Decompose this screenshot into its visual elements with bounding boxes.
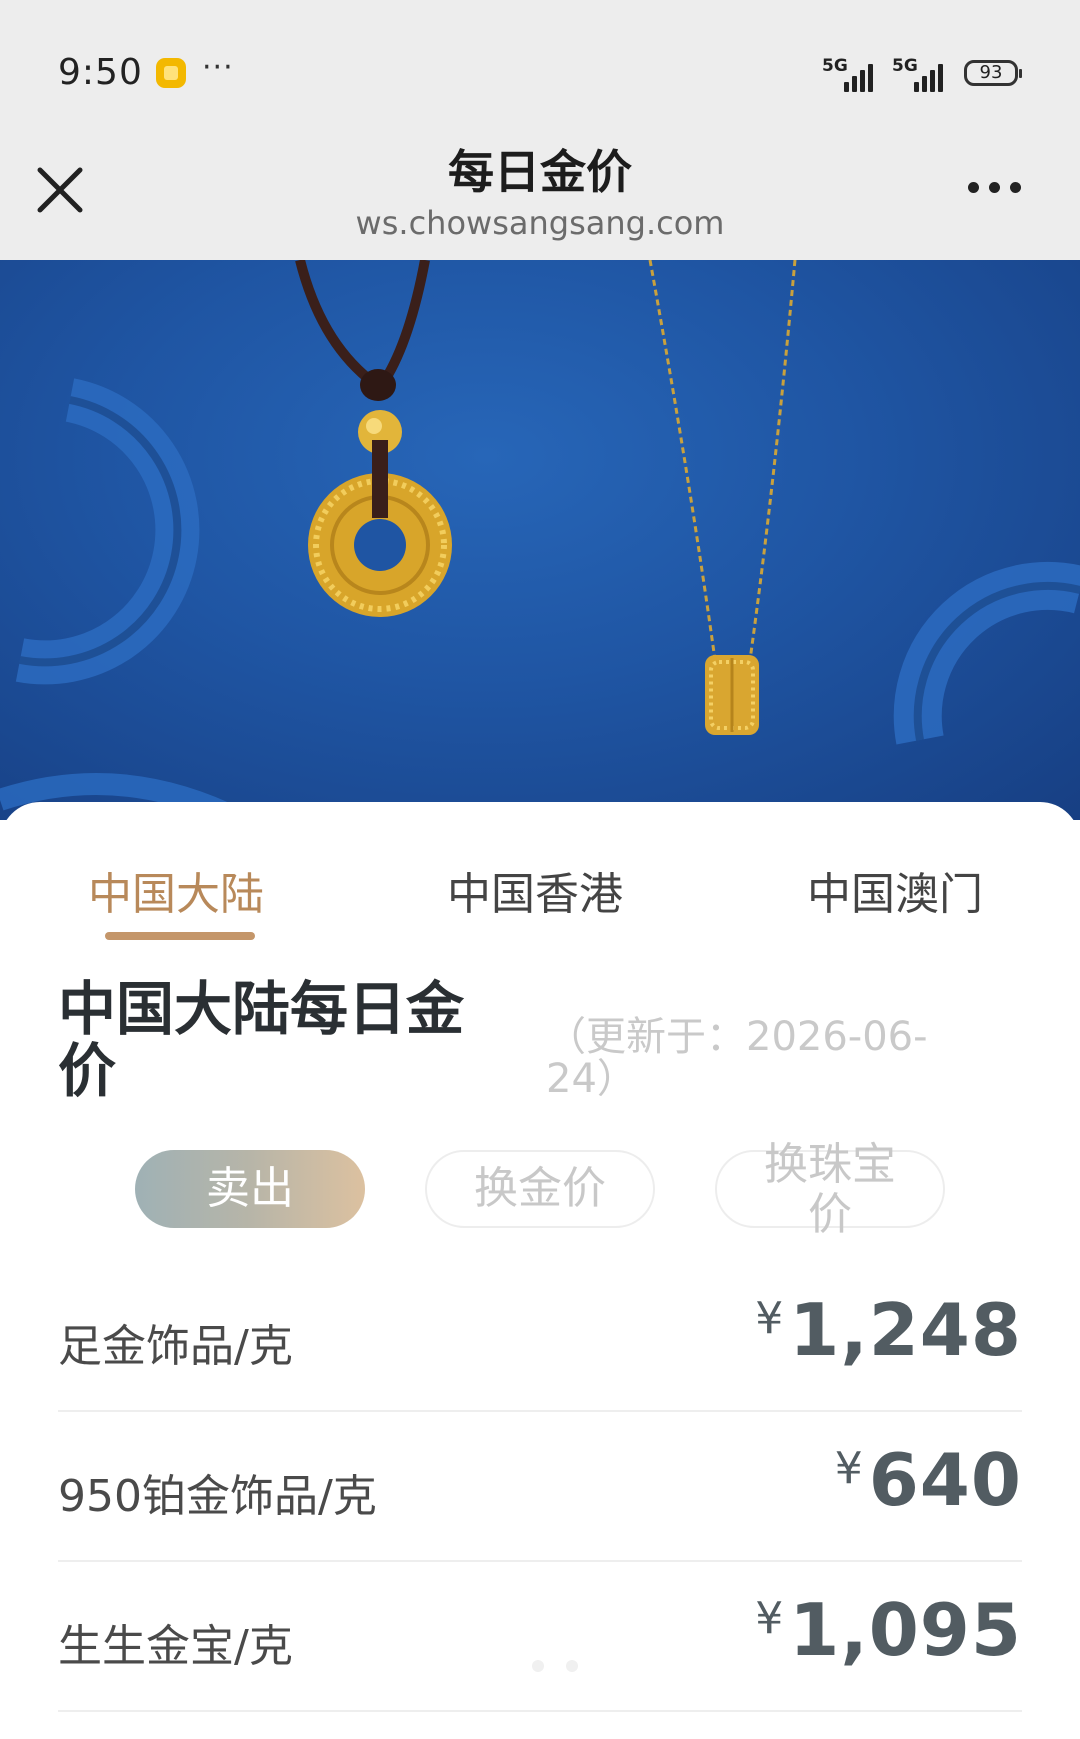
price-row: 950铂金饰品/克 ¥640 <box>58 1410 1022 1562</box>
currency-symbol: ¥ <box>755 1593 784 1644</box>
battery-icon: 93 <box>964 60 1022 86</box>
tab-macau[interactable]: 中国澳门 <box>807 858 983 922</box>
update-timestamp: （更新于：2026-06-24） <box>546 1014 928 1102</box>
price-item-name: 950铂金饰品/克 <box>58 1471 377 1522</box>
currency-symbol: ¥ <box>755 1293 784 1344</box>
exchange-jewelry-price-button[interactable]: 换珠宝价 <box>715 1140 945 1240</box>
price-number: 1,248 <box>789 1288 1022 1372</box>
price-value: ¥640 <box>835 1438 1022 1522</box>
price-item-name: 生生金宝/克 <box>58 1621 293 1672</box>
gold-necklaces-banner <box>0 260 1080 820</box>
tab-hong-kong[interactable]: 中国香港 <box>447 858 623 922</box>
tab-mainland[interactable]: 中国大陆 <box>88 858 264 922</box>
page-url: ws.chowsangsang.com <box>355 204 725 242</box>
status-more-dots: ··· <box>202 50 234 85</box>
price-row: 生生金宝/克 ¥1,095 <box>58 1560 1022 1712</box>
price-row: 足金饰品/克 ¥1,248 <box>58 1260 1022 1412</box>
currency-symbol: ¥ <box>834 1443 863 1494</box>
sell-price-button[interactable]: 卖出 <box>135 1150 365 1228</box>
jewelry-illustration <box>0 260 1080 820</box>
price-number: 1,095 <box>789 1588 1022 1672</box>
active-tab-indicator <box>105 932 255 940</box>
exchange-gold-price-button[interactable]: 换金价 <box>425 1150 655 1228</box>
network-type-label-2: 5G <box>892 56 918 76</box>
section-title: 中国大陆每日金价 <box>58 975 465 1105</box>
page-title: 每日金价 <box>448 145 632 199</box>
more-options-button[interactable] <box>964 176 1026 200</box>
price-value: ¥1,248 <box>755 1288 1022 1372</box>
more-icon <box>968 182 979 193</box>
price-number: 640 <box>868 1438 1022 1522</box>
exchange-jewelry-price-label: 换珠宝价 <box>764 1139 896 1240</box>
price-item-name: 足金饰品/克 <box>58 1321 293 1372</box>
top-bar: 9:50 ··· 5G 5G 93 每日金价 ws.chowsangsang.c… <box>0 0 1080 260</box>
signal-strength-icon-2: 5G <box>892 56 952 92</box>
network-type-label: 5G <box>822 56 848 76</box>
battery-level: 93 <box>979 62 1003 83</box>
status-time: 9:50 <box>58 52 143 93</box>
signal-strength-icon: 5G <box>822 56 882 92</box>
price-value: ¥1,095 <box>755 1588 1022 1672</box>
notification-app-icon <box>156 58 186 88</box>
